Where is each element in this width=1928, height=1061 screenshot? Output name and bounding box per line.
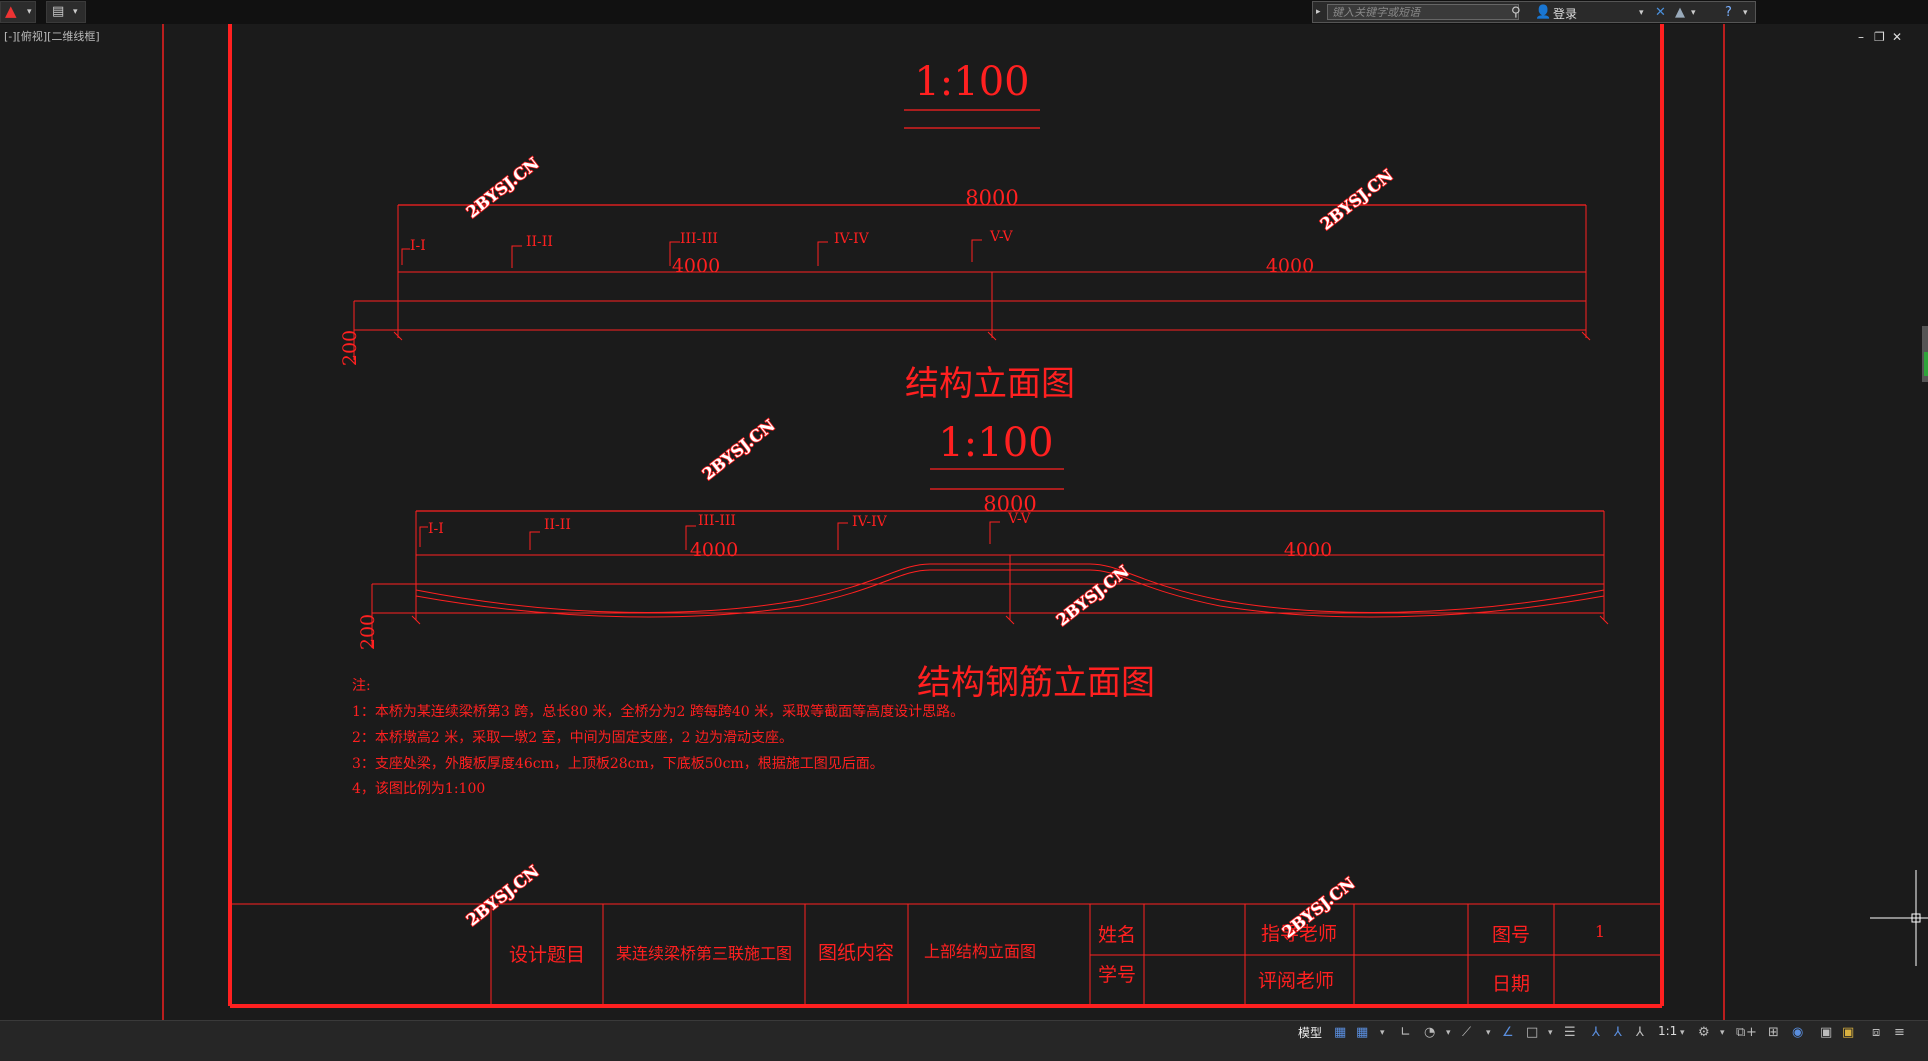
chevron-down-icon[interactable]: ▾ bbox=[1680, 1024, 1685, 1042]
grid-icon[interactable]: ▦ bbox=[1334, 1024, 1346, 1042]
elevation-height-dim: 200 bbox=[339, 330, 361, 366]
annotation-monitor-icon[interactable]: ⧉ bbox=[1736, 1024, 1745, 1042]
design-topic-value: 某连续梁桥第三联施工图 bbox=[616, 944, 792, 963]
fullscreen-icon[interactable]: ⧈ bbox=[1872, 1024, 1880, 1042]
help-icon[interactable]: ? bbox=[1725, 5, 1732, 21]
watermark: 2BYSJ.CN bbox=[463, 154, 543, 222]
section-label: II-II bbox=[526, 234, 553, 250]
watermark: 2BYSJ.CN bbox=[463, 862, 543, 930]
chevron-down-icon[interactable]: ▾ bbox=[1548, 1024, 1553, 1042]
annotation-scale-selector[interactable]: 1:1 bbox=[1658, 1024, 1677, 1038]
elevation-total-dim: 8000 bbox=[965, 186, 1018, 210]
model-space-button[interactable]: 模型 bbox=[1298, 1024, 1322, 1041]
student-id-label: 学号 bbox=[1098, 964, 1136, 986]
snap-icon[interactable]: ▦ bbox=[1356, 1024, 1368, 1042]
quick-access-toolbar[interactable]: ▤ ▾ bbox=[46, 1, 86, 23]
chevron-down-icon[interactable]: ▾ bbox=[1691, 5, 1696, 21]
section-label: V-V bbox=[1007, 511, 1032, 527]
scale-label-top: 1:100 bbox=[914, 59, 1029, 105]
drawing-no-value: 1 bbox=[1595, 922, 1605, 941]
section-label: V-V bbox=[989, 229, 1014, 245]
section-label: IV-IV bbox=[852, 514, 888, 530]
rebar-left-dim: 4000 bbox=[690, 539, 738, 561]
hardware-acceleration-icon[interactable]: ▣ bbox=[1820, 1024, 1832, 1042]
chevron-down-icon[interactable]: ▾ bbox=[1720, 1024, 1725, 1042]
note-line: 1：本桥为某连续梁桥第3 跨，总长80 米，全桥分为2 跨每跨40 米，采取等截… bbox=[352, 703, 964, 720]
title-bar: ▲ ▾ ▤ ▾ ▸ 键入关键字或短语 ⚲ 👤 登录 ▾ ✕ ▲ ▾ ? ▾ bbox=[0, 0, 1928, 24]
watermark: 2BYSJ.CN bbox=[699, 416, 779, 484]
notes-heading: 注: bbox=[352, 678, 371, 694]
rebar-title: 结构钢筋立面图 bbox=[917, 663, 1155, 703]
workspace-switch-icon[interactable]: ⚙ bbox=[1698, 1024, 1710, 1042]
note-line: 3：支座处梁，外腹板厚度46cm，上顶板28cm，下底板50cm，根据施工图见后… bbox=[352, 755, 884, 772]
date-label: 日期 bbox=[1492, 973, 1530, 995]
object-snap-tracking-icon[interactable]: ∠ bbox=[1502, 1024, 1514, 1042]
ortho-icon[interactable]: ∟ bbox=[1400, 1024, 1411, 1042]
customize-menu-icon[interactable]: ≡ bbox=[1894, 1024, 1905, 1042]
elevation-left-dim: 4000 bbox=[672, 255, 720, 277]
auto-scale-icon[interactable]: ⅄ bbox=[1614, 1024, 1622, 1042]
workspace-icon: ▤ bbox=[52, 4, 65, 19]
isodraft-icon[interactable]: ⟋ bbox=[1462, 1024, 1471, 1042]
clean-screen-icon[interactable]: ▣ bbox=[1842, 1024, 1854, 1042]
binoculars-icon[interactable]: ⚲ bbox=[1511, 5, 1521, 21]
name-label: 姓名 bbox=[1098, 924, 1136, 946]
app-menu-button[interactable]: ▲ ▾ bbox=[0, 1, 36, 23]
search-input[interactable]: 键入关键字或短语 bbox=[1327, 4, 1519, 20]
login-button[interactable]: 登录 bbox=[1553, 5, 1577, 22]
crosshair-toggle-icon[interactable]: + bbox=[1746, 1024, 1757, 1042]
autodesk-a360-icon[interactable]: ▲ bbox=[1675, 5, 1685, 21]
crosshair-cursor bbox=[1870, 870, 1928, 966]
note-line: 4，该图比例为1:100 bbox=[352, 781, 485, 797]
watermark: 2BYSJ.CN bbox=[1053, 562, 1133, 630]
isolate-objects-icon[interactable]: ◉ bbox=[1792, 1024, 1803, 1042]
chevron-down-icon[interactable]: ▾ bbox=[1639, 5, 1644, 21]
lineweight-icon[interactable]: ☰ bbox=[1564, 1024, 1576, 1042]
elevation-drawing bbox=[353, 204, 1591, 360]
autocad-logo-icon: ▲ bbox=[5, 2, 17, 20]
expand-arrow-icon[interactable]: ▸ bbox=[1316, 4, 1321, 20]
scale-label-mid: 1:100 bbox=[938, 420, 1053, 466]
note-line: 2：本桥墩高2 米，采取一墩2 室，中间为固定支座，2 边为滑动支座。 bbox=[352, 729, 793, 746]
annotation-scale-icon[interactable]: ⅄ bbox=[1636, 1024, 1644, 1042]
polar-icon[interactable]: ◔ bbox=[1424, 1024, 1435, 1042]
chevron-down-icon: ▾ bbox=[27, 7, 32, 17]
watermark: 2BYSJ.CN bbox=[1317, 166, 1397, 234]
section-label: I-I bbox=[410, 238, 426, 254]
user-icon: 👤 bbox=[1535, 5, 1552, 20]
annotation-visibility-icon[interactable]: ⅄ bbox=[1592, 1024, 1600, 1042]
elevation-title: 结构立面图 bbox=[905, 364, 1075, 404]
section-label: I-I bbox=[428, 521, 444, 537]
chevron-down-icon[interactable]: ▾ bbox=[1743, 5, 1748, 21]
design-topic-label: 设计题目 bbox=[509, 944, 585, 966]
content-value: 上部结构立面图 bbox=[924, 942, 1036, 961]
rebar-right-dim: 4000 bbox=[1284, 539, 1332, 561]
content-label: 图纸内容 bbox=[818, 942, 894, 964]
chevron-down-icon[interactable]: ▾ bbox=[1446, 1024, 1451, 1042]
scrollbar-indicator bbox=[1924, 352, 1928, 376]
section-label: III-III bbox=[680, 231, 718, 247]
layout-icon[interactable]: ⊞ bbox=[1768, 1024, 1779, 1042]
search-bar: ▸ 键入关键字或短语 ⚲ 👤 登录 ▾ ✕ ▲ ▾ ? ▾ bbox=[1312, 1, 1756, 23]
chevron-down-icon[interactable]: ▾ bbox=[1486, 1024, 1491, 1042]
rebar-height-dim: 200 bbox=[357, 614, 379, 650]
reviewer-label: 评阅老师 bbox=[1258, 970, 1334, 992]
object-snap-icon[interactable]: □ bbox=[1526, 1024, 1538, 1042]
chevron-down-icon[interactable]: ▾ bbox=[1380, 1024, 1385, 1042]
section-label: III-III bbox=[698, 513, 736, 529]
drawing-canvas[interactable]: 1:100 8000 4000 4000 200 I-I II-II III-I… bbox=[0, 24, 1928, 1020]
section-label: IV-IV bbox=[834, 231, 870, 247]
section-label: II-II bbox=[544, 517, 571, 533]
chevron-down-icon: ▾ bbox=[73, 7, 78, 17]
exchange-icon[interactable]: ✕ bbox=[1655, 5, 1666, 21]
drawing-no-label: 图号 bbox=[1492, 924, 1530, 946]
elevation-right-dim: 4000 bbox=[1266, 255, 1314, 277]
